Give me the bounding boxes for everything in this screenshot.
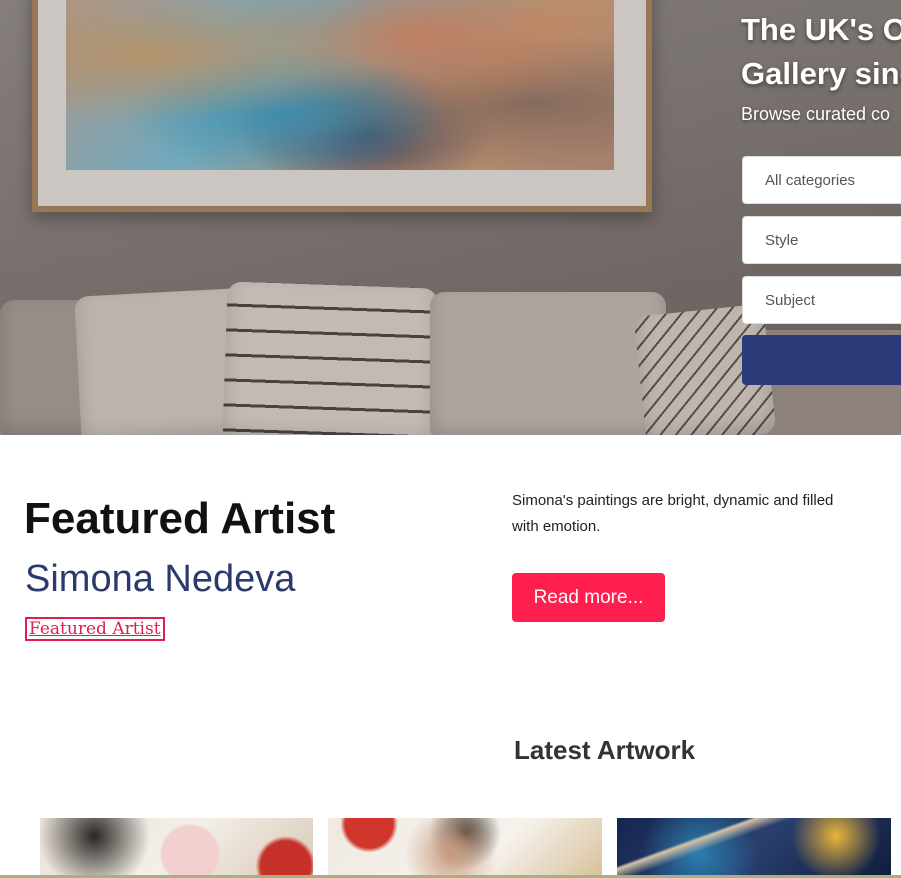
hero-title: The UK's Or Gallery sinc — [741, 8, 901, 96]
latest-artwork-heading: Latest Artwork — [514, 735, 696, 765]
hero-title-line-2: Gallery sinc — [741, 56, 901, 91]
subject-select[interactable]: Subject — [742, 276, 901, 324]
featured-artist-link[interactable]: Featured Artist — [25, 617, 165, 641]
category-select[interactable]: All categories — [742, 156, 901, 204]
hero-title-line-1: The UK's Or — [741, 12, 901, 47]
featured-artist-heading: Featured Artist — [24, 494, 336, 543]
latest-artwork-thumbnail-1[interactable] — [40, 818, 313, 878]
hero-banner: The UK's Or Gallery sinc Browse curated … — [0, 0, 901, 435]
style-select[interactable]: Style — [742, 216, 901, 264]
featured-artist-description: Simona's paintings are bright, dynamic a… — [512, 492, 834, 535]
search-button[interactable] — [742, 335, 901, 385]
style-select-value: Style — [765, 231, 799, 249]
latest-artwork-thumbnail-3[interactable] — [617, 818, 891, 878]
featured-artist-name: Simona Nedeva — [25, 558, 296, 600]
hero-subtitle: Browse curated co — [741, 104, 891, 124]
read-more-button[interactable]: Read more... — [512, 573, 665, 622]
category-select-value: All categories — [765, 171, 856, 189]
subject-select-value: Subject — [765, 291, 816, 309]
latest-artwork-thumbnail-2[interactable] — [328, 818, 602, 878]
